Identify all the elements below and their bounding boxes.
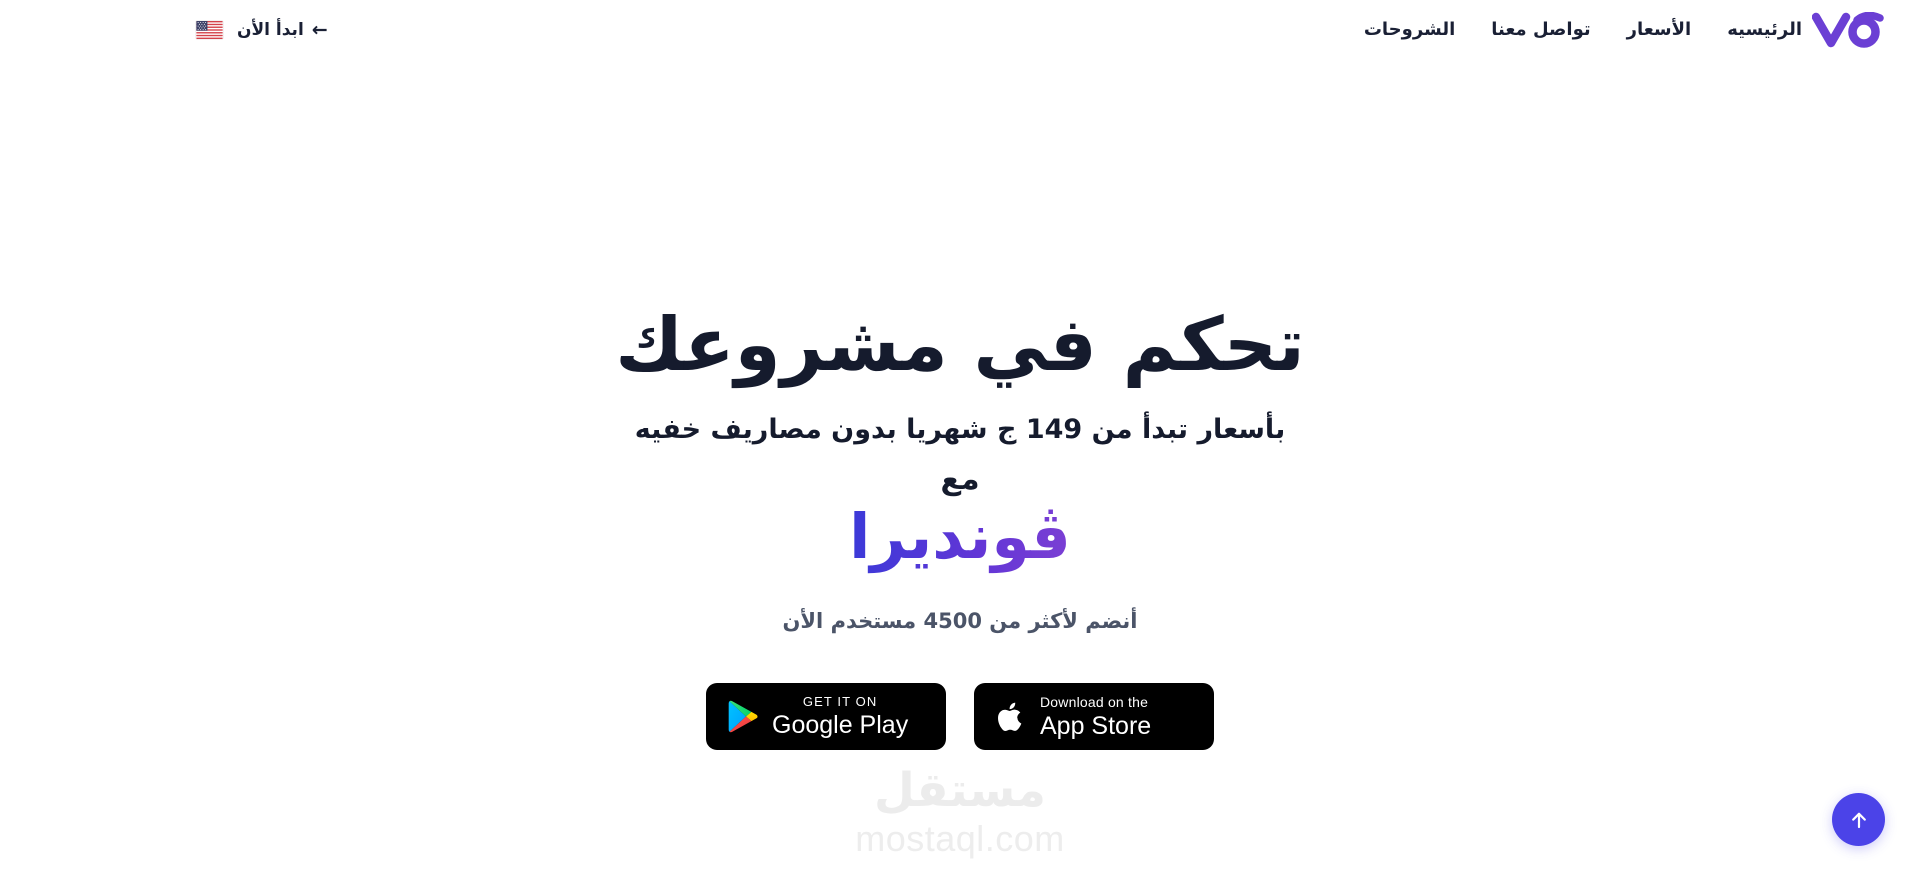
page-root: الرئيسيه الأسعار تواصل معنا الشروحات ← ا… bbox=[0, 0, 1920, 878]
app-store-main-label: App Store bbox=[1040, 711, 1152, 740]
google-play-button[interactable]: GET IT ON Google Play bbox=[706, 683, 946, 751]
arrow-up-icon bbox=[1851, 812, 1866, 828]
google-play-top-label: GET IT ON bbox=[802, 694, 878, 710]
store-badges-row: GET IT ON Google Play Download on the Ap… bbox=[706, 683, 1214, 751]
apple-icon bbox=[996, 699, 1026, 735]
hero-section: تحكم في مشروعك بأسعار تبدأ من 149 ج شهري… bbox=[0, 0, 1920, 878]
app-store-top-label: Download on the bbox=[1040, 693, 1149, 710]
hero-subtitle: بأسعار تبدأ من 149 ج شهريا بدون مصاريف خ… bbox=[634, 414, 1286, 446]
google-play-main-label: Google Play bbox=[772, 711, 909, 740]
app-store-button[interactable]: Download on the App Store bbox=[974, 683, 1214, 751]
google-play-icon bbox=[728, 700, 758, 733]
app-store-text: Download on the App Store bbox=[1040, 695, 1151, 739]
users-count-note: أنضم لأكثر من 4500 مستخدم الأن bbox=[782, 608, 1138, 633]
page-title: تحكم في مشروعك bbox=[615, 302, 1305, 388]
brand-name: ڤونديرا bbox=[849, 498, 1071, 576]
google-play-text: GET IT ON Google Play bbox=[772, 695, 908, 738]
scroll-to-top-button[interactable] bbox=[1832, 793, 1885, 846]
hero-with-word: مع bbox=[940, 462, 980, 498]
